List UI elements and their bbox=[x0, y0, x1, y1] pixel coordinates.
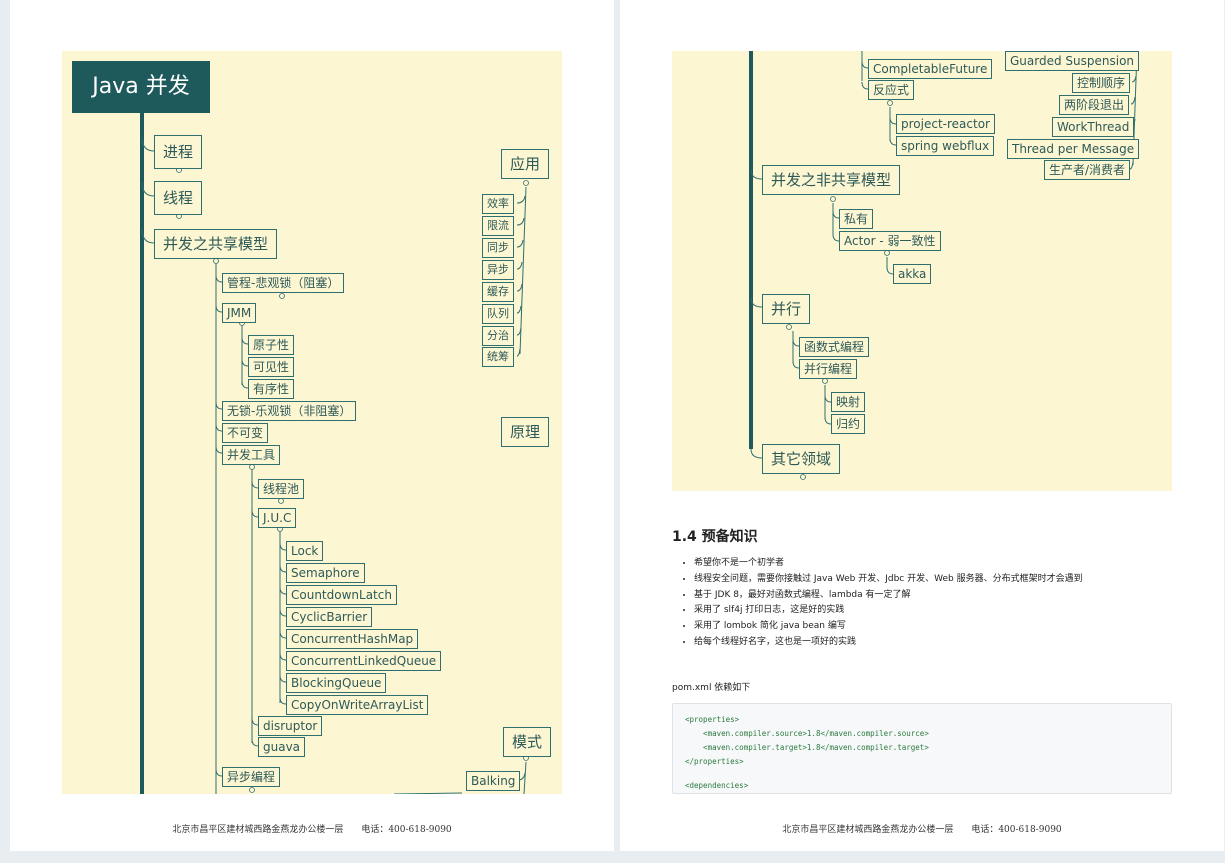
node-countdownlatch: CountdownLatch bbox=[286, 585, 397, 605]
node-control-order: 控制顺序 bbox=[1072, 73, 1131, 93]
node-sync: 同步 bbox=[482, 238, 514, 258]
list-item: 采用了 slf4j 打印日志，这是好的实践 bbox=[694, 603, 1083, 619]
node-divide-conquer: 分治 bbox=[482, 326, 514, 346]
code-line: <dependencies> bbox=[685, 781, 749, 790]
node-atomicity: 原子性 bbox=[248, 335, 295, 355]
node-jmm: JMM bbox=[222, 303, 257, 323]
node-private: 私有 bbox=[839, 209, 874, 229]
node-concurrentlinkedqueue: ConcurrentLinkedQueue bbox=[286, 651, 442, 671]
node-disruptor: disruptor bbox=[258, 716, 323, 736]
code-line: <maven.compiler.target>1.8</maven.compil… bbox=[685, 743, 929, 752]
node-immutable: 不可变 bbox=[222, 423, 269, 443]
list-item: 采用了 lombok 简化 java bean 编写 bbox=[694, 619, 1083, 635]
node-efficiency: 效率 bbox=[482, 194, 514, 214]
branch-parallel: 并行 bbox=[762, 294, 811, 324]
node-lock-free: 无锁-乐观锁（非阻塞） bbox=[222, 401, 357, 421]
node-async-programming: 异步编程 bbox=[222, 767, 281, 787]
node-copyonwritearraylist: CopyOnWriteArrayList bbox=[286, 695, 429, 715]
node-map: 映射 bbox=[831, 392, 866, 412]
list-item: 线程安全问题，需要你接触过 Java Web 开发、Jdbc 开发、Web 服务… bbox=[694, 572, 1083, 588]
list-item: 给每个线程好名字，这也是一项好的实践 bbox=[694, 635, 1083, 651]
mindmap-root: Java 并发 bbox=[72, 61, 210, 113]
page-footer: 北京市昌平区建材城西路金燕龙办公楼一层 电话：400-618-9090 bbox=[782, 825, 1062, 835]
branch-thread: 线程 bbox=[154, 181, 203, 215]
node-two-phase-termination: 两阶段退出 bbox=[1059, 95, 1130, 115]
node-ordering: 有序性 bbox=[248, 379, 295, 399]
section-heading: 1.4 预备知识 bbox=[672, 529, 758, 545]
node-async: 异步 bbox=[482, 260, 514, 280]
branch-principle: 原理 bbox=[501, 417, 550, 447]
node-project-reactor: project-reactor bbox=[896, 114, 995, 134]
branch-shared-model: 并发之共享模型 bbox=[154, 229, 278, 259]
page-footer: 北京市昌平区建材城西路金燕龙办公楼一层 电话：400-618-9090 bbox=[172, 825, 452, 835]
branch-other-fields: 其它领域 bbox=[762, 444, 841, 474]
node-visibility: 可见性 bbox=[248, 357, 295, 377]
node-coordination: 统筹 bbox=[482, 347, 514, 367]
node-parallel-programming: 并行编程 bbox=[799, 359, 858, 379]
node-guarded-suspension: Guarded Suspension bbox=[1005, 51, 1140, 71]
mindmap-right: CompletableFuture 反应式 project-reactor sp… bbox=[672, 51, 1172, 491]
node-blockingqueue: BlockingQueue bbox=[286, 673, 387, 693]
node-spring-webflux: spring webflux bbox=[896, 136, 995, 156]
node-workthread: WorkThread bbox=[1052, 117, 1135, 137]
node-reduce: 归约 bbox=[831, 414, 866, 434]
node-guava: guava bbox=[258, 737, 306, 757]
node-completablefuture: CompletableFuture bbox=[868, 59, 993, 79]
document-page-right: CompletableFuture 反应式 project-reactor sp… bbox=[620, 0, 1224, 851]
node-akka: akka bbox=[893, 264, 932, 284]
node-monitor-lock: 管程-悲观锁（阻塞） bbox=[222, 273, 345, 293]
code-line: </properties> bbox=[685, 757, 744, 766]
code-block: <properties> <maven.compiler.source>1.8<… bbox=[672, 703, 1172, 794]
list-item: 基于 JDK 8，最好对函数式编程、lambda 有一定了解 bbox=[694, 588, 1083, 604]
node-juc: J.U.C bbox=[258, 508, 297, 528]
node-producer-consumer: 生产者/消费者 bbox=[1044, 160, 1131, 180]
node-thread-per-message: Thread per Message bbox=[1007, 139, 1140, 159]
node-reactive: 反应式 bbox=[868, 80, 915, 100]
code-line: <maven.compiler.source>1.8</maven.compil… bbox=[685, 729, 929, 738]
node-cyclicbarrier: CyclicBarrier bbox=[286, 607, 373, 627]
pom-intro-text: pom.xml 依赖如下 bbox=[672, 683, 751, 693]
node-concurrenthashmap: ConcurrentHashMap bbox=[286, 629, 419, 649]
document-page-left: Java 并发 进程 线程 并发之共享模型 管程-悲观锁（阻塞） JMM 原子性… bbox=[10, 0, 614, 851]
mindmap-left: Java 并发 进程 线程 并发之共享模型 管程-悲观锁（阻塞） JMM 原子性… bbox=[62, 51, 562, 794]
node-balking: Balking bbox=[466, 771, 521, 791]
node-concurrency-tools: 并发工具 bbox=[222, 445, 281, 465]
node-actor: Actor - 弱一致性 bbox=[839, 231, 941, 251]
node-functional-programming: 函数式编程 bbox=[799, 337, 870, 357]
node-lock: Lock bbox=[286, 541, 324, 561]
list-item: 希望你不是一个初学者 bbox=[694, 556, 1083, 572]
code-line: <properties> bbox=[685, 715, 740, 724]
branch-non-shared-model: 并发之非共享模型 bbox=[762, 165, 901, 195]
prerequisite-list: 希望你不是一个初学者 线程安全问题，需要你接触过 Java Web 开发、Jdb… bbox=[682, 556, 1083, 651]
node-queue: 队列 bbox=[482, 304, 514, 324]
node-cache: 缓存 bbox=[482, 282, 514, 302]
branch-application: 应用 bbox=[501, 149, 550, 179]
branch-process: 进程 bbox=[154, 135, 203, 169]
branch-pattern: 模式 bbox=[503, 727, 552, 757]
node-thread-pool: 线程池 bbox=[258, 479, 305, 499]
node-rate-limit: 限流 bbox=[482, 216, 514, 236]
node-semaphore: Semaphore bbox=[286, 563, 365, 583]
